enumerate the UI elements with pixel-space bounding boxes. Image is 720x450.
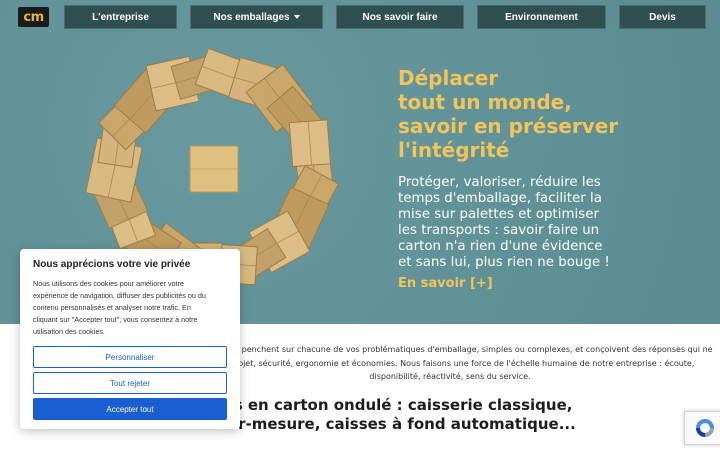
cookie-text-line: cliquant sur "Accepter tout", vous conse… [33, 315, 198, 324]
cookie-text-line: contenu personnalisés et analyser notre … [33, 303, 191, 312]
intro-line: se penchent sur chacune de vos problémat… [230, 345, 713, 354]
cookie-consent-banner: Nous apprécions votre vie privée Nous ut… [20, 249, 240, 429]
hero-text-line: les transports : savoir faire un [398, 223, 600, 238]
nav-item-emballages[interactable]: Nos emballages [190, 5, 323, 29]
nav-item-environnement[interactable]: Environnement [477, 5, 606, 29]
cookie-title: Nous apprécions votre vie privée [33, 259, 191, 270]
hero-title-line: Déplacer [398, 66, 499, 90]
hero-text-line: temps d'emballage, faciliter la [398, 191, 602, 206]
intro-paragraph: se penchent sur chacune de vos problémat… [230, 343, 713, 384]
nav-item-label: Nos emballages [213, 11, 290, 23]
nav-item-label: L'entreprise [92, 11, 149, 23]
hero-text-line: Protéger, valoriser, réduire les [398, 175, 601, 190]
hero-description: Protéger, valoriser, réduire les temps d… [398, 175, 610, 271]
hero-text-line: carton n'a rien d'une évidence [398, 239, 603, 254]
hero-text-line: et sans lui, plus rien ne bouge ! [398, 255, 610, 270]
nav-item-label: Devis [649, 11, 676, 23]
cookie-text-line: Nous utilisons des cookies pour améliore… [33, 279, 185, 288]
reject-all-button[interactable]: Tout rejeter [33, 372, 227, 394]
cookie-description: Nous utilisons des cookies pour améliore… [33, 278, 227, 338]
hero-title-line: savoir en préserver [398, 114, 619, 138]
intro-line: projet, sécurité, ergonomie et économies… [230, 358, 695, 368]
learn-more-link[interactable]: En savoir [+] [398, 276, 493, 291]
hero-title-line: tout un monde, [398, 90, 572, 114]
nav-item-devis[interactable]: Devis [619, 5, 706, 29]
intro-line: disponibilité, réactivité, sens du servi… [369, 372, 531, 381]
nav-item-entreprise[interactable]: L'entreprise [64, 5, 177, 29]
nav-item-label: Nos savoir faire [362, 11, 438, 23]
recaptcha-badge[interactable] [684, 411, 720, 445]
hero-text-line: mise sur palettes et optimiser [398, 207, 599, 222]
hero-title: Déplacer tout un monde, savoir en préser… [398, 66, 698, 162]
cookie-text-line: expérience de navigation, diffuser des p… [33, 291, 206, 300]
cookie-text-line: utilisation des cookies. [33, 327, 105, 336]
nav-item-label: Environnement [505, 11, 578, 23]
nav-item-savoir-faire[interactable]: Nos savoir faire [336, 5, 464, 29]
logo[interactable]: cm [18, 7, 49, 27]
chevron-down-icon [293, 15, 300, 19]
recaptcha-icon [695, 419, 714, 437]
hero-title-line: l'intégrité [398, 138, 510, 162]
customize-cookies-button[interactable]: Personnaliser [33, 346, 227, 368]
accept-all-button[interactable]: Accepter tout [33, 398, 227, 420]
logo-text: cm [23, 9, 44, 25]
